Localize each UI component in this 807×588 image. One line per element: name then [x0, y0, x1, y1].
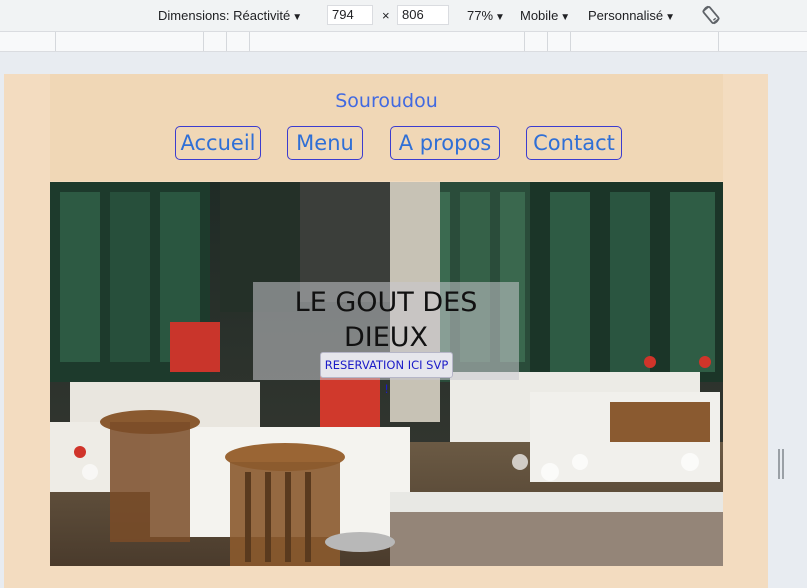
nav-accueil-button[interactable]: Accueil — [175, 126, 261, 160]
nav-menu-button[interactable]: Menu — [287, 126, 363, 160]
emulated-page: Souroudou Accueil Menu A propos Contact — [4, 74, 768, 588]
throttle-dropdown[interactable]: Mobile ▼ — [520, 8, 570, 23]
hero-banner: LE GOUT DES DIEUX RESERVATION ICI SVP ! — [50, 182, 723, 566]
custom-label: Personnalisé — [588, 8, 664, 23]
reservation-button[interactable]: RESERVATION ICI SVP ! — [320, 352, 453, 396]
site-header: Souroudou Accueil Menu A propos Contact — [50, 74, 723, 181]
times-separator: × — [382, 8, 390, 23]
throttle-label: Mobile — [520, 8, 559, 23]
devtools-toolbar: Dimensions: Réactivité ▼ 794 × 806 77% ▼ M… — [0, 0, 807, 32]
hero-title: LE GOUT DES DIEUX — [253, 285, 519, 355]
width-input[interactable]: 794 — [327, 5, 373, 25]
zoom-dropdown[interactable]: 77% ▼ — [467, 8, 505, 23]
brand-link[interactable]: Souroudou — [50, 90, 723, 112]
chevron-down-icon: ▼ — [495, 12, 505, 23]
hero-title-line2: DIEUX — [343, 322, 429, 353]
custom-dropdown[interactable]: Personnalisé ▼ — [588, 8, 675, 23]
height-input[interactable]: 806 — [397, 5, 449, 25]
nav-apropos-button[interactable]: A propos — [390, 126, 500, 160]
nav-contact-button[interactable]: Contact — [526, 126, 622, 160]
chevron-down-icon: ▼ — [292, 12, 303, 23]
hero-title-line1: LE GOUT DES — [294, 287, 478, 318]
dimensions-dropdown[interactable]: Dimensions: Réactivité ▼ — [158, 8, 302, 23]
dimensions-label: Dimensions: Réactivité — [158, 8, 291, 23]
media-query-ruler[interactable] — [0, 32, 807, 52]
chevron-down-icon: ▼ — [665, 12, 676, 23]
chevron-down-icon: ▼ — [560, 12, 571, 23]
resize-handle[interactable] — [778, 449, 784, 479]
rotate-device-icon[interactable] — [700, 4, 722, 26]
zoom-label: 77% — [467, 8, 494, 23]
